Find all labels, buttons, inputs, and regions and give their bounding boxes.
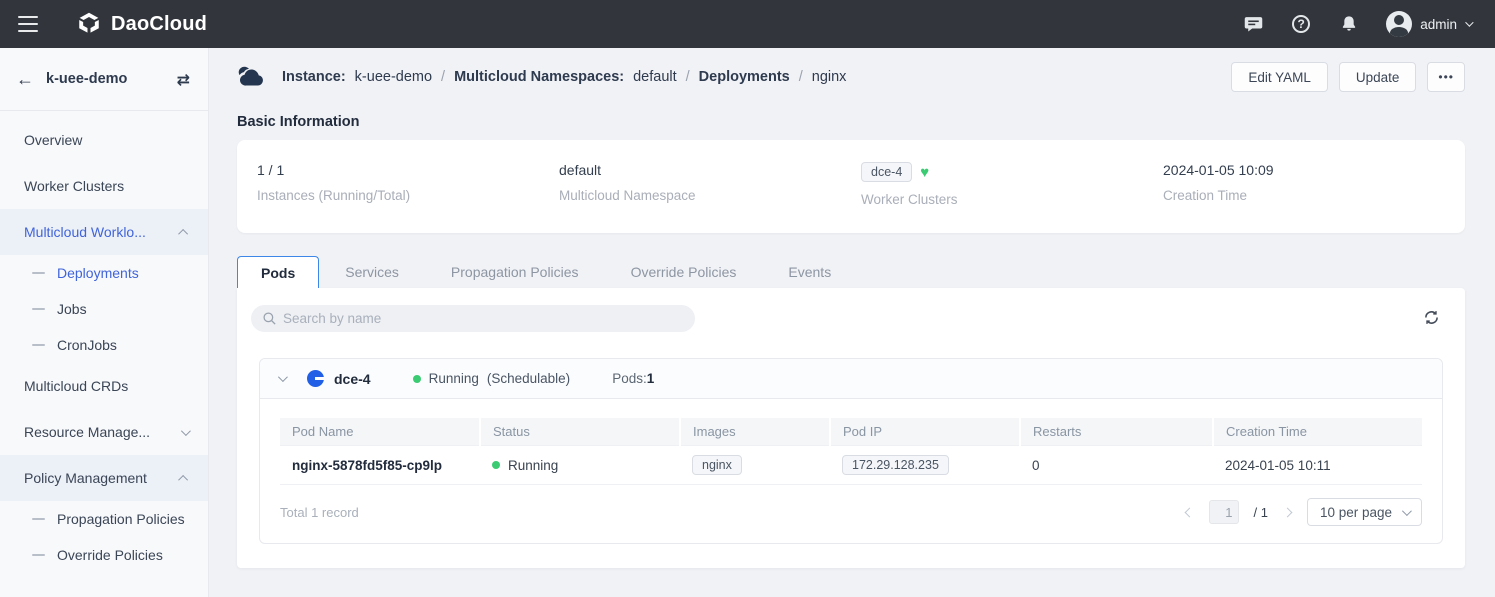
chevron-down-icon <box>1402 506 1412 516</box>
switch-cluster-icon[interactable]: ⇄ <box>177 70 190 89</box>
sidebar-item-overview[interactable]: Overview <box>0 117 208 163</box>
col-images: Images <box>680 418 830 446</box>
dash-icon <box>32 554 45 556</box>
page-number-input[interactable] <box>1209 500 1239 524</box>
chevron-down-icon <box>1465 18 1473 26</box>
col-pod-ip: Pod IP <box>830 418 1020 446</box>
avatar <box>1386 11 1412 37</box>
page-total: / 1 <box>1253 505 1267 520</box>
table-header-row: Pod Name Status Images Pod IP Restarts C… <box>280 418 1422 446</box>
info-field-instances: 1 / 1 Instances (Running/Total) <box>257 162 559 207</box>
cloud-icon <box>237 65 267 89</box>
breadcrumb-instance-value[interactable]: k-uee-demo <box>355 69 432 85</box>
sidebar-item-propagation-policies[interactable]: Propagation Policies <box>0 501 208 537</box>
chevron-up-icon <box>178 228 188 238</box>
basic-information-title: Basic Information <box>237 114 1465 130</box>
search-icon <box>262 311 277 331</box>
search-input[interactable] <box>251 305 695 332</box>
update-button[interactable]: Update <box>1339 62 1417 92</box>
pod-restarts: 0 <box>1020 446 1213 485</box>
dash-icon <box>32 518 45 520</box>
pods-table: Pod Name Status Images Pod IP Restarts C… <box>280 418 1422 485</box>
chevron-down-icon <box>181 426 191 436</box>
help-icon[interactable]: ? <box>1290 13 1312 35</box>
breadcrumb-namespace-value[interactable]: default <box>633 69 677 85</box>
back-arrow-icon[interactable]: ← <box>16 69 34 90</box>
pod-ip-tag: 172.29.128.235 <box>842 455 949 475</box>
sidebar-section-policy-management[interactable]: Policy Management <box>0 455 208 501</box>
info-field-namespace: default Multicloud Namespace <box>559 162 861 207</box>
cluster-title: k-uee-demo <box>46 71 165 87</box>
total-records: Total 1 record <box>280 505 359 520</box>
daocloud-logo-icon <box>76 11 102 37</box>
sidebar-section-resource-management[interactable]: Resource Manage... <box>0 409 208 455</box>
running-dot-icon <box>413 375 421 383</box>
pod-status: Running <box>508 458 558 473</box>
health-heart-icon: ♥ <box>920 164 929 181</box>
messages-icon[interactable] <box>1242 13 1264 35</box>
cluster-status: Running (Schedulable) <box>413 371 571 386</box>
tab-override-policies[interactable]: Override Policies <box>605 256 763 288</box>
cluster-name: dce-4 <box>334 371 371 387</box>
col-pod-name: Pod Name <box>280 418 480 446</box>
pod-name-link[interactable]: nginx-5878fd5f85-cp9lp <box>280 446 480 485</box>
chevron-up-icon <box>178 474 188 484</box>
username: admin <box>1420 17 1457 32</box>
sidebar-item-worker-clusters[interactable]: Worker Clusters <box>0 163 208 209</box>
basic-information-card: 1 / 1 Instances (Running/Total) default … <box>237 140 1465 233</box>
sidebar-item-cronjobs[interactable]: CronJobs <box>0 327 208 363</box>
next-page-icon[interactable] <box>1282 507 1293 518</box>
sidebar: ← k-uee-demo ⇄ Overview Worker Clusters … <box>0 48 209 597</box>
page-size-select[interactable]: 10 per page <box>1307 498 1422 526</box>
info-field-creation-time: 2024-01-05 10:09 Creation Time <box>1163 162 1465 207</box>
dce-cluster-icon <box>307 370 324 387</box>
breadcrumb-deployments[interactable]: Deployments <box>699 69 790 85</box>
col-status: Status <box>480 418 680 446</box>
hamburger-menu-icon[interactable] <box>18 16 38 32</box>
cluster-pods-card: dce-4 Running (Schedulable) Pods:1 <box>259 358 1443 544</box>
table-row: nginx-5878fd5f85-cp9lp Running nginx 172… <box>280 446 1422 485</box>
sidebar-item-jobs[interactable]: Jobs <box>0 291 208 327</box>
dash-icon <box>32 344 45 346</box>
tab-services[interactable]: Services <box>319 256 425 288</box>
breadcrumb-namespaces-label: Multicloud Namespaces: <box>454 69 624 85</box>
user-menu[interactable]: admin <box>1386 11 1471 37</box>
topbar: DaoCloud ? admin <box>0 0 1495 48</box>
main-content: Instance: k-uee-demo / Multicloud Namesp… <box>209 48 1495 597</box>
breadcrumb-instance-label: Instance: <box>282 69 346 85</box>
more-actions-button[interactable]: ••• <box>1427 62 1465 92</box>
dash-icon <box>32 272 45 274</box>
col-creation-time: Creation Time <box>1213 418 1422 446</box>
sidebar-section-multicloud-workloads[interactable]: Multicloud Worklo... <box>0 209 208 255</box>
cluster-tag: dce-4 <box>861 162 912 182</box>
collapse-toggle-icon[interactable] <box>278 375 285 382</box>
dash-icon <box>32 308 45 310</box>
refresh-icon[interactable] <box>1420 306 1443 332</box>
pods-count: Pods:1 <box>612 371 654 386</box>
tab-bar: Pods Services Propagation Policies Overr… <box>237 256 1465 288</box>
tab-propagation-policies[interactable]: Propagation Policies <box>425 256 605 288</box>
brand: DaoCloud <box>76 11 207 37</box>
schedulable-label: (Schedulable) <box>487 371 570 386</box>
prev-page-icon[interactable] <box>1184 507 1195 518</box>
tab-events[interactable]: Events <box>762 256 857 288</box>
running-dot-icon <box>492 461 500 469</box>
pods-panel: dce-4 Running (Schedulable) Pods:1 <box>237 288 1465 568</box>
image-tag: nginx <box>692 455 742 475</box>
sidebar-item-multicloud-crds[interactable]: Multicloud CRDs <box>0 363 208 409</box>
sidebar-item-override-policies[interactable]: Override Policies <box>0 537 208 573</box>
tab-pods[interactable]: Pods <box>237 256 319 288</box>
pod-creation-time: 2024-01-05 10:11 <box>1213 446 1422 485</box>
sidebar-item-deployments[interactable]: Deployments <box>0 255 208 291</box>
col-restarts: Restarts <box>1020 418 1213 446</box>
brand-name: DaoCloud <box>111 13 207 36</box>
breadcrumb: Instance: k-uee-demo / Multicloud Namesp… <box>237 65 846 89</box>
pagination: Total 1 record / 1 10 per page <box>260 485 1442 543</box>
edit-yaml-button[interactable]: Edit YAML <box>1231 62 1328 92</box>
notifications-bell-icon[interactable] <box>1338 13 1360 35</box>
breadcrumb-resource-name: nginx <box>812 69 847 85</box>
info-field-worker-clusters: dce-4 ♥ Worker Clusters <box>861 162 1163 207</box>
